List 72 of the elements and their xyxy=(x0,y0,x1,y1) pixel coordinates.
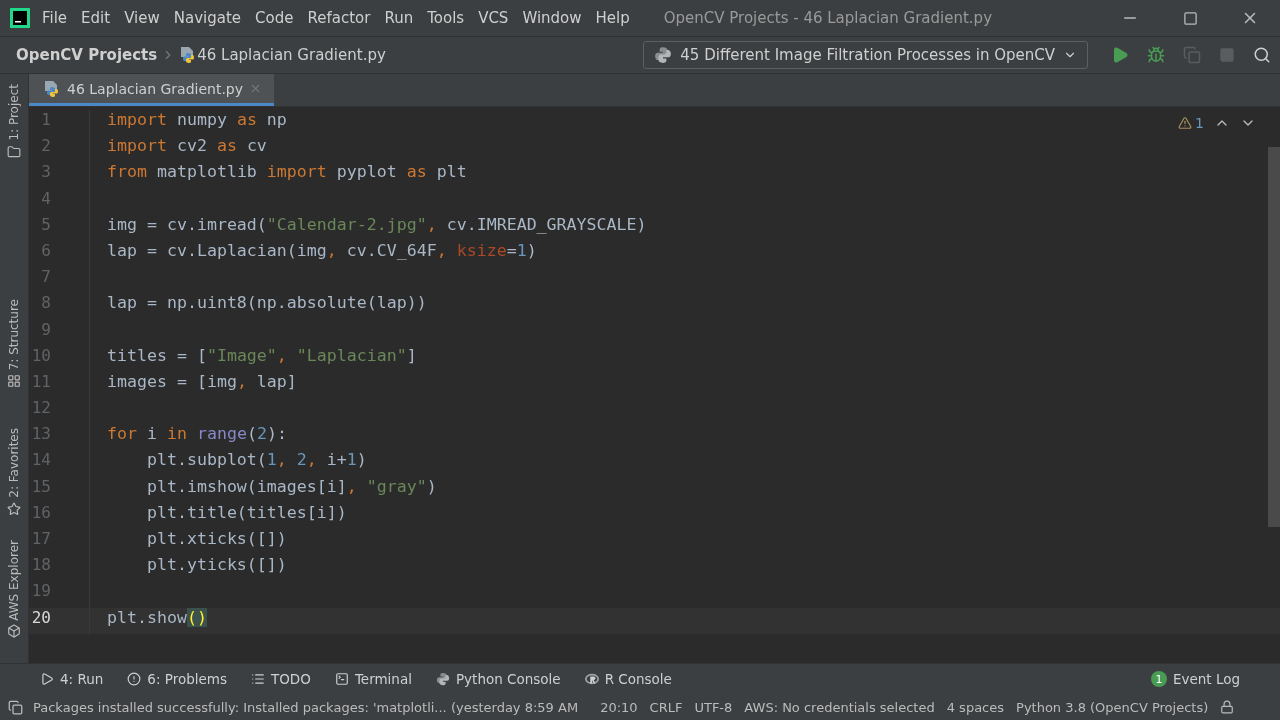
code-line: img = cv.imread("Calendar-2.jpg", cv.IMREAD_GRAYSCALE) xyxy=(107,214,647,236)
line-number: 19 xyxy=(30,581,52,603)
line-number: 1 xyxy=(40,110,52,131)
status-item[interactable]: Python 3.8 (OpenCV Projects) xyxy=(1016,699,1209,715)
status-item[interactable]: AWS: No credentials selected xyxy=(744,699,935,715)
menu-item[interactable]: Navigate xyxy=(173,9,242,27)
window-title: OpenCV Projects - 46 Laplacian Gradient.py xyxy=(663,9,994,27)
notification-badge: 1 xyxy=(1150,671,1167,687)
line-number: 5 xyxy=(40,214,52,236)
status-item[interactable]: 4 spaces xyxy=(946,699,1005,715)
code-line: plt.show() xyxy=(107,607,207,629)
breadcrumb[interactable]: OpenCV Projects xyxy=(16,46,158,64)
code-line: titles = ["Image", "Laplacian"] xyxy=(107,345,417,367)
tool-window-tab[interactable]: 7: Structure xyxy=(7,298,21,370)
line-number: 4 xyxy=(40,188,52,210)
run-configuration-dropdown[interactable]: 45 Different Image Filtration Processes in OpenCV xyxy=(643,41,1088,69)
line-number: 3 xyxy=(40,162,52,184)
code-line: for i in range(2): xyxy=(107,424,287,446)
menu-item[interactable]: Code xyxy=(255,9,294,27)
line-number: 8 xyxy=(40,293,52,315)
editor-tab[interactable]: 46 Laplacian Gradient.py xyxy=(29,74,275,106)
code-line: lap = np.uint8(np.absolute(lap)) xyxy=(107,293,427,315)
event-log-tab[interactable]: Event Log xyxy=(1172,671,1240,687)
line-number: 15 xyxy=(30,476,52,498)
line-number: 10 xyxy=(30,345,52,367)
code-line: import numpy as np xyxy=(107,110,287,131)
tool-window-tab[interactable]: 2: Favorites xyxy=(7,427,21,498)
line-number: 20 xyxy=(29,607,89,634)
line-number: 16 xyxy=(30,502,52,524)
tool-window-tab[interactable]: Python Console xyxy=(455,671,561,687)
tab-label: 46 Laplacian Gradient.py xyxy=(67,80,244,97)
tool-window-tab[interactable]: Terminal xyxy=(354,671,412,687)
code-line: images = [img, lap] xyxy=(107,371,297,393)
status-message: Packages installed successfully: Installed packages: 'matplotli... (yesterday 8:59 AM xyxy=(33,699,579,715)
tool-window-tab[interactable]: TODO xyxy=(271,671,311,687)
tool-window-tab[interactable]: R Console xyxy=(604,671,672,687)
code-line: plt.xticks([]) xyxy=(145,529,287,550)
tool-window-tab[interactable]: AWS Explorer xyxy=(7,539,21,621)
menu-item[interactable]: File xyxy=(42,9,68,27)
line-number: 13 xyxy=(30,424,52,446)
code-line: plt.imshow(images[i], "gray") xyxy=(145,476,437,498)
line-number: 2 xyxy=(40,136,52,158)
line-number: 11 xyxy=(30,371,52,393)
code-line: plt.yticks([]) xyxy=(145,555,287,577)
breadcrumb[interactable]: 46 Laplacian Gradient.py xyxy=(197,46,386,64)
code-line: plt.subplot(1, 2, i+1) xyxy=(145,450,367,472)
status-item[interactable]: UTF-8 xyxy=(694,699,733,715)
menu-item[interactable]: Tools xyxy=(427,9,465,27)
line-number: 12 xyxy=(30,398,52,420)
status-item[interactable]: 20:10 xyxy=(600,699,638,715)
status-item[interactable]: CRLF xyxy=(649,699,683,715)
line-number: 7 xyxy=(40,267,52,289)
code-line: plt.title(titles[i]) xyxy=(145,502,347,524)
line-number: 14 xyxy=(30,450,52,472)
line-number: 17 xyxy=(30,529,52,550)
line-number: 18 xyxy=(30,555,52,577)
menu-item[interactable]: Run xyxy=(384,9,414,27)
menu-item[interactable]: Help xyxy=(595,9,630,27)
code-line: from matplotlib import pyplot as plt xyxy=(107,162,467,184)
tool-window-tab[interactable]: 1: Project xyxy=(7,84,21,141)
line-number: 6 xyxy=(40,240,52,262)
warning-count[interactable]: 1 xyxy=(1195,115,1204,131)
code-line: import cv2 as cv xyxy=(107,136,267,158)
menu-item[interactable]: Refactor xyxy=(307,9,371,27)
menu-item[interactable]: Window xyxy=(522,9,582,27)
menu-item[interactable]: VCS xyxy=(478,9,509,27)
tool-window-tab[interactable]: 6: Problems xyxy=(147,671,227,687)
code-line: lap = cv.Laplacian(img, cv.CV_64F, ksize=1) xyxy=(107,240,537,262)
line-number: 9 xyxy=(40,319,52,341)
menu-item[interactable]: Edit xyxy=(81,9,111,27)
menu-item[interactable]: View xyxy=(124,9,160,27)
tool-window-tab[interactable]: 4: Run xyxy=(60,671,104,687)
